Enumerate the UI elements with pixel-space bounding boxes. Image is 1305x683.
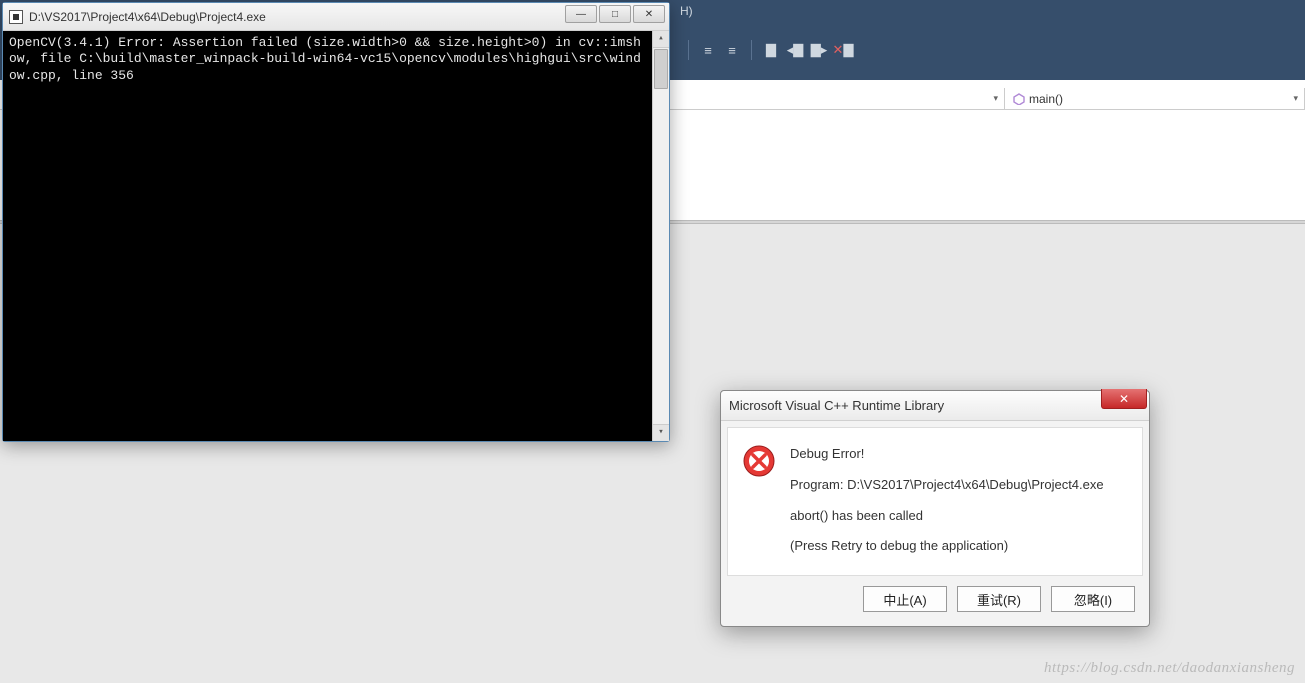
scroll-down-icon[interactable]: ▾ [653,424,669,441]
scroll-up-icon[interactable]: ▴ [653,31,669,48]
retry-button[interactable]: 重试(R) [957,586,1041,612]
minimize-button[interactable]: — [565,5,597,23]
dialog-title: Microsoft Visual C++ Runtime Library [729,398,944,413]
toolbar-separator [751,40,752,60]
watermark-text: https://blog.csdn.net/daodanxiansheng [1044,660,1295,677]
dialog-text: Debug Error! Program: D:\VS2017\Project4… [790,444,1128,557]
indent-right-icon[interactable]: ≡ [723,41,741,59]
chevron-down-icon: ▾ [1293,93,1298,104]
runtime-error-dialog: Microsoft Visual C++ Runtime Library ✕ D… [720,390,1150,627]
menu-hint: H) [680,4,693,18]
method-icon [1013,93,1025,105]
bookmark-next-icon[interactable]: ▇▸ [810,41,828,59]
console-output-text: OpenCV(3.4.1) Error: Assertion failed (s… [9,35,663,84]
dialog-message: abort() has been called [790,506,1128,527]
indent-left-icon[interactable]: ≡ [699,41,717,59]
dialog-button-row: 中止(A) 重试(R) 忽略(I) [721,582,1149,626]
scroll-thumb[interactable] [654,49,668,89]
abort-button[interactable]: 中止(A) [863,586,947,612]
dialog-hint: (Press Retry to debug the application) [790,536,1128,557]
dialog-heading: Debug Error! [790,444,1128,465]
window-controls: — □ ✕ [563,5,665,23]
console-scrollbar[interactable]: ▴ ▾ [652,31,669,441]
dialog-program-line: Program: D:\VS2017\Project4\x64\Debug\Pr… [790,475,1128,496]
console-window: D:\VS2017\Project4\x64\Debug\Project4.ex… [2,2,670,442]
vs-toolbar-buttons: ≡ ≡ ▇ ◂▇ ▇▸ ✕▇ [680,35,1305,65]
toolbar-separator [688,40,689,60]
scope-dropdown-right[interactable]: main() ▾ [1005,88,1305,109]
error-icon [742,444,776,478]
scope-label: main() [1029,92,1063,106]
bookmark-icon[interactable]: ▇ [762,41,780,59]
chevron-down-icon: ▾ [993,93,998,104]
console-title: D:\VS2017\Project4\x64\Debug\Project4.ex… [29,10,266,24]
dialog-close-button[interactable]: ✕ [1101,389,1147,409]
console-app-icon [9,10,23,24]
bookmark-clear-icon[interactable]: ✕▇ [834,41,852,59]
close-button[interactable]: ✕ [633,5,665,23]
dialog-titlebar[interactable]: Microsoft Visual C++ Runtime Library ✕ [721,391,1149,421]
maximize-button[interactable]: □ [599,5,631,23]
console-titlebar[interactable]: D:\VS2017\Project4\x64\Debug\Project4.ex… [3,3,669,31]
ignore-button[interactable]: 忽略(I) [1051,586,1135,612]
dialog-body: Debug Error! Program: D:\VS2017\Project4… [727,427,1143,576]
console-output-area[interactable]: OpenCV(3.4.1) Error: Assertion failed (s… [3,31,669,441]
bookmark-prev-icon[interactable]: ◂▇ [786,41,804,59]
